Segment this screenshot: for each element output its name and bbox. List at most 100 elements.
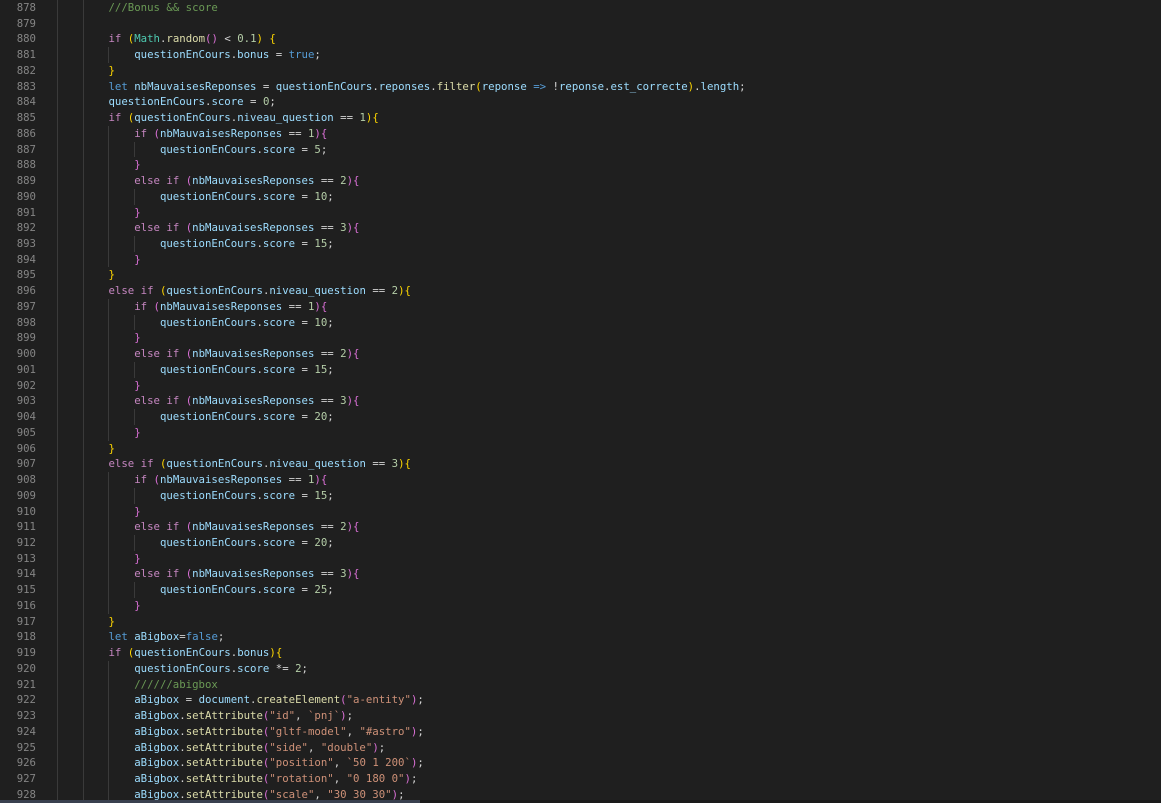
line-number[interactable]: 907: [0, 456, 36, 472]
code-line-content[interactable]: let aBigbox=false;: [36, 629, 1161, 645]
line-number[interactable]: 901: [0, 362, 36, 378]
code-line[interactable]: 916}: [0, 598, 1161, 614]
code-line[interactable]: 883let nbMauvaisesReponses = questionEnC…: [0, 79, 1161, 95]
line-number[interactable]: 921: [0, 677, 36, 693]
code-line-content[interactable]: }: [36, 614, 1161, 630]
code-line-content[interactable]: }: [36, 205, 1161, 221]
code-line[interactable]: 885if (questionEnCours.niveau_question =…: [0, 110, 1161, 126]
line-number[interactable]: 906: [0, 441, 36, 457]
code-line[interactable]: 891}: [0, 205, 1161, 221]
code-line[interactable]: 890questionEnCours.score = 10;: [0, 189, 1161, 205]
line-number[interactable]: 883: [0, 79, 36, 95]
code-line[interactable]: 878///Bonus && score: [0, 0, 1161, 16]
line-number[interactable]: 915: [0, 582, 36, 598]
code-line[interactable]: 911else if (nbMauvaisesReponses == 2){: [0, 519, 1161, 535]
code-line-content[interactable]: }: [36, 598, 1161, 614]
line-number[interactable]: 895: [0, 267, 36, 283]
line-number[interactable]: 885: [0, 110, 36, 126]
line-number[interactable]: 878: [0, 0, 36, 16]
code-line-content[interactable]: [36, 16, 1161, 32]
line-number[interactable]: 926: [0, 755, 36, 771]
code-line-content[interactable]: aBigbox.setAttribute("gltf-model", "#ast…: [36, 724, 1161, 740]
code-line-content[interactable]: else if (nbMauvaisesReponses == 2){: [36, 173, 1161, 189]
code-line[interactable]: 919if (questionEnCours.bonus){: [0, 645, 1161, 661]
line-number[interactable]: 922: [0, 692, 36, 708]
code-line-content[interactable]: }: [36, 63, 1161, 79]
line-number[interactable]: 887: [0, 142, 36, 158]
code-line-content[interactable]: if (nbMauvaisesReponses == 1){: [36, 472, 1161, 488]
code-line[interactable]: 899}: [0, 330, 1161, 346]
code-line[interactable]: 898questionEnCours.score = 10;: [0, 315, 1161, 331]
code-line-content[interactable]: else if (questionEnCours.niveau_question…: [36, 456, 1161, 472]
code-line-content[interactable]: //////abigbox: [36, 677, 1161, 693]
code-line[interactable]: 925aBigbox.setAttribute("side", "double"…: [0, 740, 1161, 756]
line-number[interactable]: 913: [0, 551, 36, 567]
line-number[interactable]: 911: [0, 519, 36, 535]
code-line-content[interactable]: else if (nbMauvaisesReponses == 2){: [36, 346, 1161, 362]
code-line[interactable]: 903else if (nbMauvaisesReponses == 3){: [0, 393, 1161, 409]
code-line-content[interactable]: }: [36, 252, 1161, 268]
code-line[interactable]: 888}: [0, 157, 1161, 173]
code-line-content[interactable]: ///Bonus && score: [36, 0, 1161, 16]
code-line[interactable]: 900else if (nbMauvaisesReponses == 2){: [0, 346, 1161, 362]
code-line[interactable]: 926aBigbox.setAttribute("position", `50 …: [0, 755, 1161, 771]
line-number[interactable]: 925: [0, 740, 36, 756]
code-line-content[interactable]: aBigbox = document.createElement("a-enti…: [36, 692, 1161, 708]
code-line-content[interactable]: aBigbox.setAttribute("side", "double");: [36, 740, 1161, 756]
line-number[interactable]: 904: [0, 409, 36, 425]
code-line[interactable]: 907else if (questionEnCours.niveau_quest…: [0, 456, 1161, 472]
code-line-content[interactable]: if (nbMauvaisesReponses == 1){: [36, 299, 1161, 315]
code-line[interactable]: 887questionEnCours.score = 5;: [0, 142, 1161, 158]
line-number[interactable]: 908: [0, 472, 36, 488]
line-number[interactable]: 886: [0, 126, 36, 142]
line-number[interactable]: 889: [0, 173, 36, 189]
line-number[interactable]: 917: [0, 614, 36, 630]
code-line[interactable]: 904questionEnCours.score = 20;: [0, 409, 1161, 425]
code-line-content[interactable]: }: [36, 267, 1161, 283]
line-number[interactable]: 916: [0, 598, 36, 614]
line-number[interactable]: 898: [0, 315, 36, 331]
line-number[interactable]: 893: [0, 236, 36, 252]
code-line-content[interactable]: questionEnCours.score = 15;: [36, 488, 1161, 504]
code-editor[interactable]: 878///Bonus && score879880if (Math.rando…: [0, 0, 1161, 803]
line-number[interactable]: 884: [0, 94, 36, 110]
code-line[interactable]: 921//////abigbox: [0, 677, 1161, 693]
code-line[interactable]: 889else if (nbMauvaisesReponses == 2){: [0, 173, 1161, 189]
code-line-content[interactable]: questionEnCours.score = 10;: [36, 315, 1161, 331]
code-line-content[interactable]: aBigbox.setAttribute("rotation", "0 180 …: [36, 771, 1161, 787]
code-line-content[interactable]: questionEnCours.score = 15;: [36, 236, 1161, 252]
code-line-content[interactable]: }: [36, 378, 1161, 394]
line-number[interactable]: 880: [0, 31, 36, 47]
line-number[interactable]: 918: [0, 629, 36, 645]
line-number[interactable]: 879: [0, 16, 36, 32]
line-number[interactable]: 927: [0, 771, 36, 787]
code-line-content[interactable]: questionEnCours.score = 20;: [36, 409, 1161, 425]
code-line-content[interactable]: questionEnCours.score = 15;: [36, 362, 1161, 378]
code-line[interactable]: 880if (Math.random() < 0.1) {: [0, 31, 1161, 47]
line-number[interactable]: 896: [0, 283, 36, 299]
line-number[interactable]: 920: [0, 661, 36, 677]
code-line[interactable]: 879: [0, 16, 1161, 32]
line-number[interactable]: 891: [0, 205, 36, 221]
line-number[interactable]: 902: [0, 378, 36, 394]
code-line[interactable]: 906}: [0, 441, 1161, 457]
line-number[interactable]: 894: [0, 252, 36, 268]
code-line-content[interactable]: else if (nbMauvaisesReponses == 3){: [36, 566, 1161, 582]
code-line-content[interactable]: aBigbox.setAttribute("position", `50 1 2…: [36, 755, 1161, 771]
code-line[interactable]: 920questionEnCours.score *= 2;: [0, 661, 1161, 677]
code-line[interactable]: 927aBigbox.setAttribute("rotation", "0 1…: [0, 771, 1161, 787]
code-line-content[interactable]: if (nbMauvaisesReponses == 1){: [36, 126, 1161, 142]
code-line-content[interactable]: else if (nbMauvaisesReponses == 2){: [36, 519, 1161, 535]
code-line[interactable]: 909questionEnCours.score = 15;: [0, 488, 1161, 504]
code-line-content[interactable]: else if (nbMauvaisesReponses == 3){: [36, 220, 1161, 236]
code-line-content[interactable]: questionEnCours.score = 20;: [36, 535, 1161, 551]
code-line[interactable]: 912questionEnCours.score = 20;: [0, 535, 1161, 551]
code-line-content[interactable]: questionEnCours.score *= 2;: [36, 661, 1161, 677]
code-line[interactable]: 886if (nbMauvaisesReponses == 1){: [0, 126, 1161, 142]
code-line[interactable]: 913}: [0, 551, 1161, 567]
code-line[interactable]: 881questionEnCours.bonus = true;: [0, 47, 1161, 63]
code-line-content[interactable]: }: [36, 157, 1161, 173]
line-number[interactable]: 881: [0, 47, 36, 63]
code-line-content[interactable]: if (questionEnCours.bonus){: [36, 645, 1161, 661]
code-line-content[interactable]: questionEnCours.bonus = true;: [36, 47, 1161, 63]
